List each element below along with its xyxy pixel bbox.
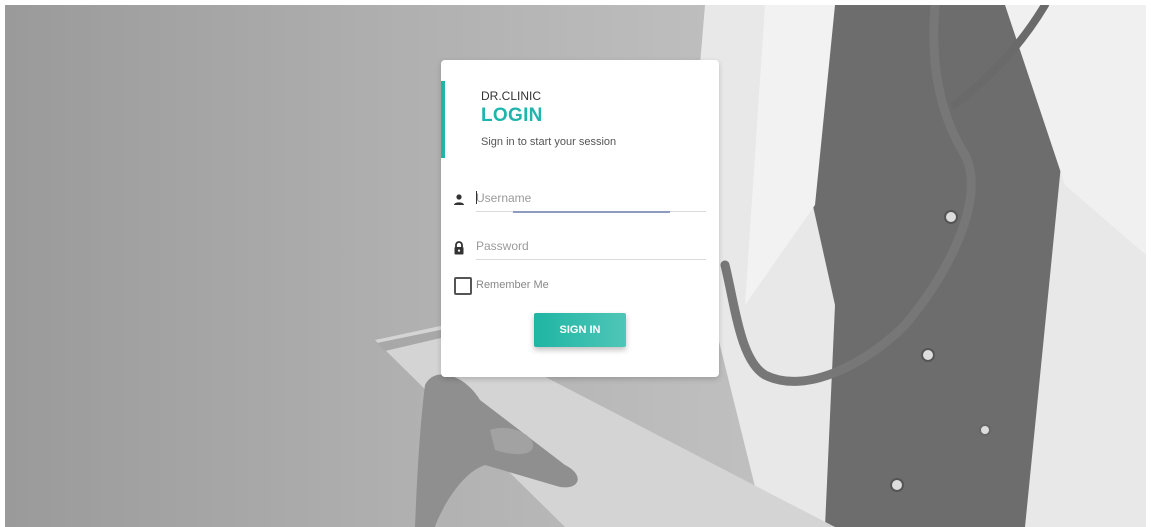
sign-in-button[interactable]: SIGN IN	[534, 313, 626, 347]
login-subtitle: Sign in to start your session	[481, 136, 617, 148]
username-input[interactable]	[476, 186, 706, 210]
text-caret	[476, 191, 477, 204]
brand-name: DR.CLINIC	[481, 89, 542, 103]
remember-me-checkbox[interactable]	[454, 277, 472, 295]
password-underline	[476, 259, 706, 260]
password-input[interactable]	[476, 234, 706, 258]
login-title: LOGIN	[481, 105, 543, 126]
password-field	[476, 234, 706, 260]
login-card: DR.CLINIC LOGIN Sign in to start your se…	[441, 60, 719, 377]
username-field	[476, 186, 706, 213]
username-focus-underline	[513, 211, 670, 213]
person-icon	[454, 194, 464, 205]
remember-me-label: Remember Me	[476, 279, 549, 291]
accent-bar	[441, 81, 445, 158]
lock-icon	[454, 241, 464, 255]
